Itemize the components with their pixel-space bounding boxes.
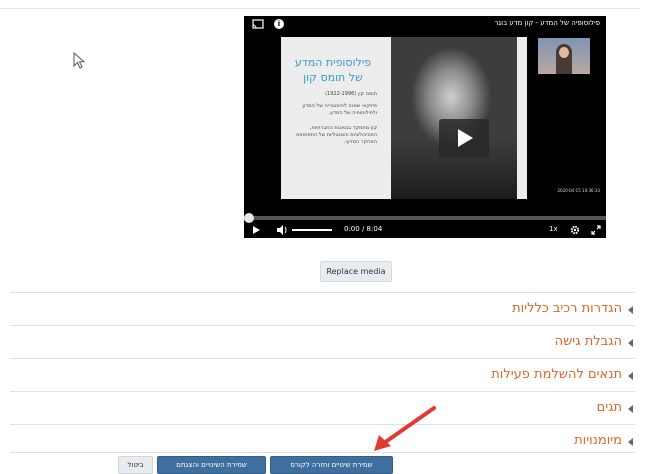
section-label[interactable]: תנאים להשלמת פעילות [491,367,622,382]
duration: / 8:04 [361,225,383,233]
settings-sections: הגדרות רכיב כלליות הגבלת גישה תנאים להשל… [10,292,635,457]
fullscreen-icon[interactable] [591,225,601,235]
mouse-pointer-icon [73,52,86,69]
annotation-arrow-icon [374,406,436,451]
slide-paragraph: קון מתמקד בנסיבות החברתיות, הפסיכולוגיות… [296,125,377,145]
caret-left-icon [628,339,633,347]
replace-media-button[interactable]: Replace media [320,261,392,282]
save-and-display-button[interactable]: שמירת השינויים והצגתם [157,456,266,474]
footer-divider [10,452,635,453]
caret-left-icon [628,372,633,380]
time-display: 0:00 / 8:04 [344,225,382,233]
video-title: פילוסופיה של המדע - קון מדע בוגר [494,19,600,27]
video-player[interactable]: i פילוסופיה של המדע - קון מדע בוגר פילוס… [244,16,606,238]
progress-bar[interactable] [244,213,606,223]
section-label[interactable]: הגדרות רכיב כלליות [512,301,622,316]
caret-left-icon [628,438,633,446]
section-label[interactable]: הגבלת גישה [555,334,622,349]
recording-timestamp: 2020-04-15 10:36:33 [557,188,600,193]
control-bar: 0:00 / 8:04 1x [244,222,606,238]
portrait-photo [391,37,517,199]
top-divider [0,8,640,9]
big-play-button[interactable] [439,119,489,157]
section-label[interactable]: מיומנויות [574,433,622,448]
lecture-slide: פילוסופית המדע של תומס קון תומס קון (192… [281,37,527,199]
section-tags[interactable]: תגים [10,391,635,424]
volume-slider[interactable] [292,229,332,231]
cancel-button[interactable]: ביטול [118,456,153,474]
presenter-webcam [538,38,590,74]
section-label[interactable]: תגים [597,400,622,415]
gear-icon[interactable] [570,225,580,235]
section-general[interactable]: הגדרות רכיב כלליות [10,292,635,325]
slide-paragraph: פיזיקאי שפנה להיסטוריה של המדע ולפילוסופ… [302,103,377,116]
playback-speed[interactable]: 1x [549,225,558,233]
slide-paragraph: תומס קון (1922-1996) [325,91,377,97]
caret-left-icon [628,405,633,413]
section-completion[interactable]: תנאים להשלמת פעילות [10,358,635,391]
info-icon[interactable]: i [274,19,284,29]
cast-icon[interactable] [252,19,264,29]
current-time: 0:00 [344,225,360,233]
caret-left-icon [628,306,633,314]
save-and-return-button[interactable]: שמירת שינויים וחזרה לקורס [270,456,393,474]
play-icon[interactable] [253,226,260,234]
volume-icon[interactable] [277,225,288,235]
slide-title: פילוסופית המדע של תומס קון [294,56,372,84]
section-access-restriction[interactable]: הגבלת גישה [10,325,635,358]
